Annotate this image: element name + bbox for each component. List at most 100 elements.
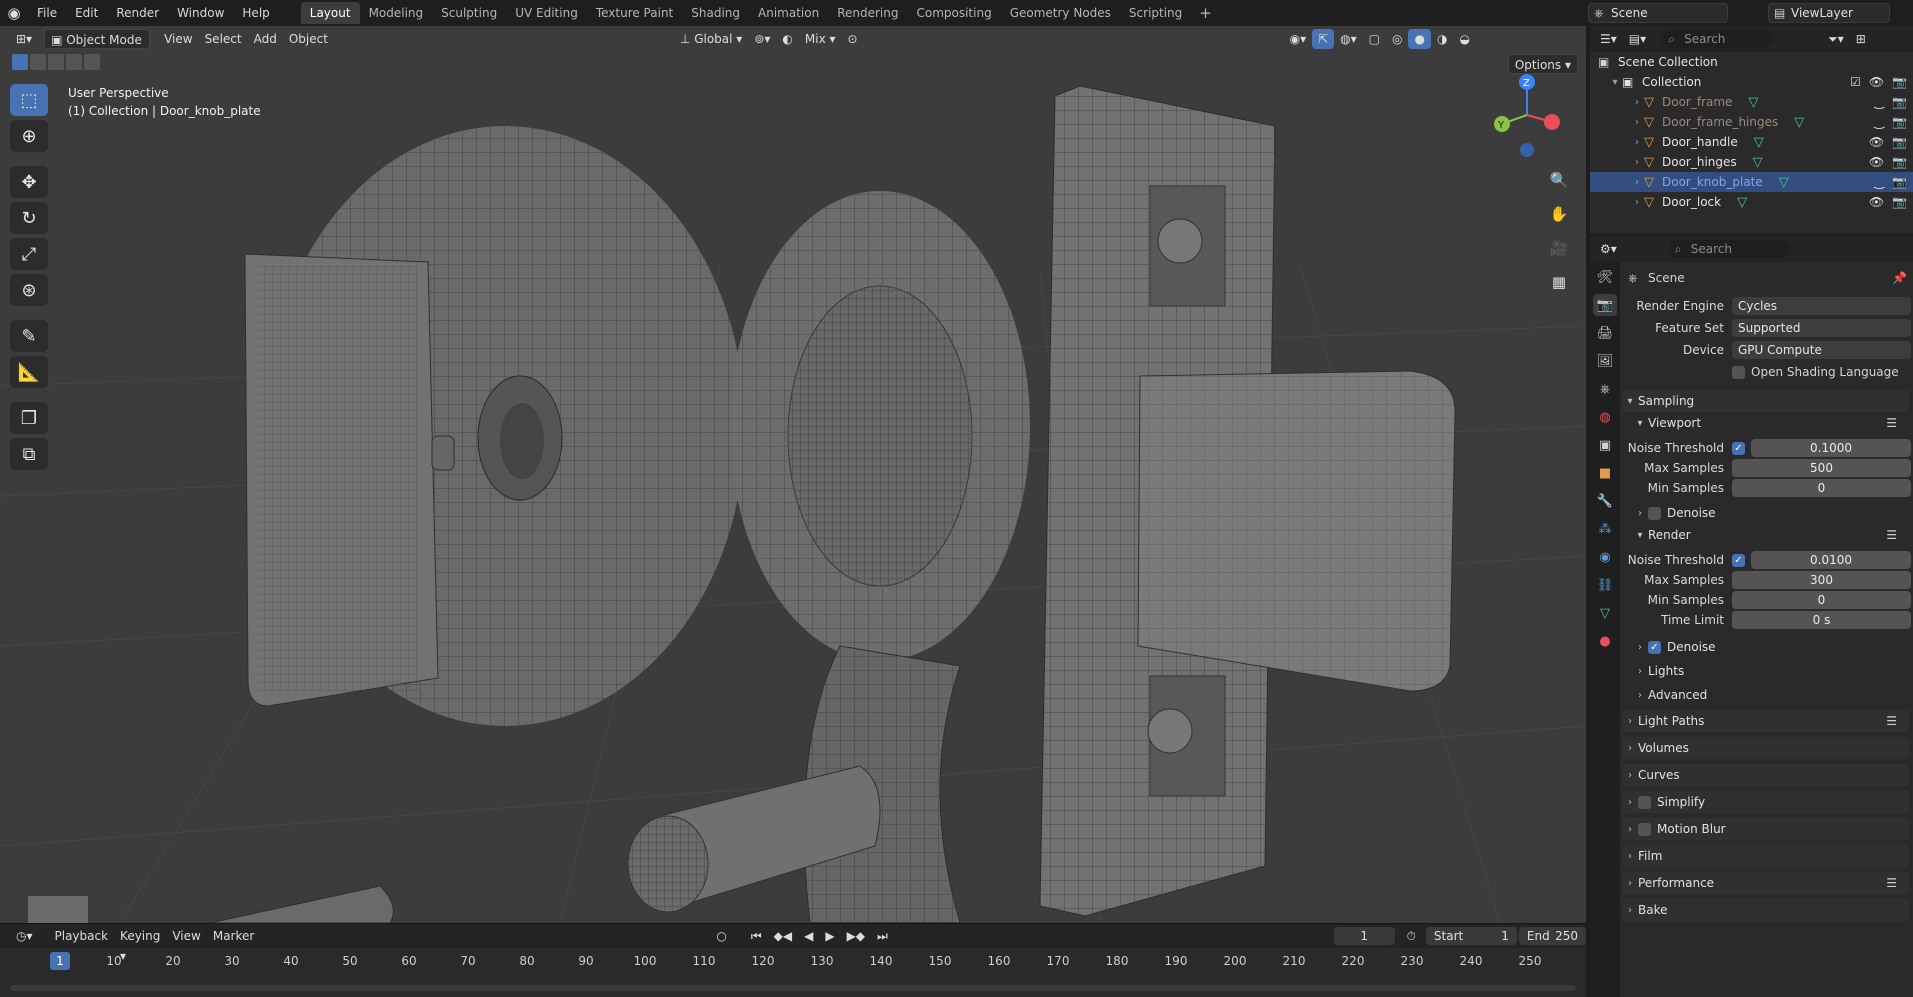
select-intersect-icon[interactable]: [84, 54, 100, 70]
outliner-search-input[interactable]: ⌕ Search: [1662, 30, 1773, 48]
tab-rendering[interactable]: Rendering: [828, 2, 907, 24]
collection-checkbox-icon[interactable]: ☑: [1850, 75, 1861, 89]
gizmo-toggle-icon[interactable]: ⇱: [1312, 29, 1335, 49]
osl-checkbox[interactable]: [1732, 365, 1745, 379]
tab-compositing[interactable]: Compositing: [907, 2, 1000, 24]
select-invert-icon[interactable]: [66, 54, 82, 70]
extrude-icon[interactable]: ⧉: [10, 438, 48, 470]
tab-sculpting[interactable]: Sculpting: [432, 2, 506, 24]
r-max-field[interactable]: 300: [1732, 571, 1911, 589]
timeline-scrollbar[interactable]: [10, 985, 1576, 991]
r-noise-field[interactable]: 0.0100: [1751, 551, 1911, 569]
tool-tab-icon[interactable]: 🛠: [1593, 266, 1617, 288]
menu-render[interactable]: Render: [107, 0, 168, 26]
advanced-subpanel-header[interactable]: › Advanced: [1632, 684, 1909, 706]
scene-selector[interactable]: ⎈ Scene: [1588, 3, 1728, 23]
snap-icon[interactable]: ◐: [776, 29, 798, 49]
tab-modeling[interactable]: Modeling: [360, 2, 433, 24]
prev-keyframe-icon[interactable]: ◆◀: [768, 926, 798, 946]
play-reverse-icon[interactable]: ◀: [798, 926, 819, 946]
object-expand-icon[interactable]: ›: [1630, 197, 1644, 208]
add-cube-icon[interactable]: ❐: [10, 402, 48, 434]
section-header-bake[interactable]: › Bake: [1622, 899, 1909, 921]
menu-timeline-view[interactable]: View: [166, 926, 206, 946]
start-frame-field[interactable]: Start 1: [1425, 927, 1517, 945]
shading-rendered-icon[interactable]: ◒: [1453, 29, 1475, 49]
pan-hand-icon[interactable]: ✋: [1544, 200, 1574, 228]
section-header-simplify[interactable]: › Simplify: [1622, 791, 1909, 813]
r-denoise-header[interactable]: › ✓ Denoise: [1632, 636, 1909, 658]
editor-type-icon[interactable]: ⊞▾: [10, 29, 38, 49]
display-mode-icon[interactable]: ▤▾: [1623, 29, 1652, 49]
select-extend-icon[interactable]: [30, 54, 46, 70]
overlay-toggle-icon[interactable]: ◍▾: [1334, 29, 1363, 49]
pin-icon[interactable]: 📌: [1892, 271, 1907, 285]
render-presets-list-icon[interactable]: ☰: [1886, 528, 1897, 542]
tab-uv-editing[interactable]: UV Editing: [506, 2, 587, 24]
jump-end-icon[interactable]: ⏭: [871, 926, 894, 946]
render-camera-icon[interactable]: 📷: [1892, 195, 1907, 209]
filter-icon[interactable]: ⏷▾: [1822, 29, 1850, 49]
lights-subpanel-header[interactable]: › Lights: [1632, 660, 1909, 682]
cursor-icon[interactable]: ⊕: [10, 120, 48, 152]
camera-icon[interactable]: 🎥: [1544, 234, 1574, 262]
collection-expand-icon[interactable]: ▾: [1608, 77, 1622, 88]
physics-tab-icon[interactable]: ◉: [1593, 546, 1617, 568]
r-min-field[interactable]: 0: [1732, 591, 1911, 609]
snap-mode-selector[interactable]: Mix ▾: [799, 29, 842, 49]
section-presets-list-icon[interactable]: ☰: [1886, 714, 1897, 728]
tab-scripting[interactable]: Scripting: [1120, 2, 1191, 24]
eye-icon[interactable]: 👁: [1869, 75, 1884, 89]
r-denoise-checkbox[interactable]: ✓: [1648, 640, 1661, 654]
feature-set-dropdown[interactable]: Supported: [1732, 319, 1911, 337]
add-workspace-icon[interactable]: +: [1191, 4, 1220, 22]
view-layer-selector[interactable]: ▤ ViewLayer: [1768, 3, 1890, 23]
menu-playback[interactable]: Playback ▾: [49, 926, 115, 963]
orientation-selector[interactable]: ⊥ Global ▾: [674, 29, 748, 49]
section-header-curves[interactable]: › Curves: [1622, 764, 1909, 786]
collection-tab-icon[interactable]: ▣: [1593, 434, 1617, 456]
outliner-object-row[interactable]: › ▽ Door_frame_hinges ▽ ‿ 📷: [1590, 112, 1913, 132]
vp-noise-checkbox[interactable]: ✓: [1732, 441, 1745, 455]
autokey-icon[interactable]: ○: [710, 926, 732, 946]
tab-geometry-nodes[interactable]: Geometry Nodes: [1001, 2, 1120, 24]
mesh-data-icon[interactable]: ▽: [1779, 175, 1789, 190]
render-camera-icon[interactable]: 📷: [1892, 175, 1907, 189]
transform-icon[interactable]: ⊛: [10, 274, 48, 306]
timeline-editor-type-icon[interactable]: ◷▾: [10, 926, 39, 946]
constraints-tab-icon[interactable]: ⛓: [1593, 574, 1617, 596]
menu-select[interactable]: Select: [199, 29, 248, 49]
menu-help[interactable]: Help: [233, 0, 278, 26]
outliner-object-row[interactable]: › ▽ Door_knob_plate ▽ ‿ 📷: [1590, 172, 1913, 192]
outliner-object-row[interactable]: › ▽ Door_lock ▽ 👁 📷: [1590, 192, 1913, 212]
section-header-film[interactable]: › Film: [1622, 845, 1909, 867]
section-checkbox[interactable]: [1638, 822, 1651, 836]
render-camera-icon[interactable]: 📷: [1892, 155, 1907, 169]
object-expand-icon[interactable]: ›: [1630, 157, 1644, 168]
end-frame-field[interactable]: End 250: [1518, 927, 1586, 945]
properties-search-input[interactable]: ⌕ Search: [1668, 240, 1789, 258]
material-tab-icon[interactable]: ●: [1593, 630, 1617, 652]
eye-icon[interactable]: 👁: [1869, 155, 1884, 169]
play-icon[interactable]: ▶: [819, 926, 840, 946]
mesh-data-icon[interactable]: ▽: [1754, 135, 1764, 150]
jump-start-icon[interactable]: ⏮: [745, 926, 768, 946]
menu-add[interactable]: Add: [248, 29, 283, 49]
mesh-data-icon[interactable]: ▽: [1753, 155, 1763, 170]
object-tab-icon[interactable]: ■: [1593, 462, 1617, 484]
object-expand-icon[interactable]: ›: [1630, 177, 1644, 188]
mesh-data-icon[interactable]: ▽: [1748, 95, 1758, 110]
object-expand-icon[interactable]: ›: [1630, 97, 1644, 108]
navigation-gizmo[interactable]: Z Y: [1482, 70, 1572, 160]
blender-logo-icon[interactable]: ◉: [0, 0, 28, 26]
rotate-icon[interactable]: ↻: [10, 202, 48, 234]
menu-view[interactable]: View: [158, 29, 198, 49]
view-layer-tab-icon[interactable]: 🖼: [1593, 350, 1617, 372]
object-expand-icon[interactable]: ›: [1630, 137, 1644, 148]
section-header-light-paths[interactable]: › Light Paths ☰: [1622, 710, 1909, 732]
next-keyframe-icon[interactable]: ▶◆: [841, 926, 871, 946]
properties-editor-type-icon[interactable]: ⚙▾: [1594, 239, 1623, 259]
eye-icon[interactable]: 👁: [1869, 195, 1884, 209]
outliner-editor-type-icon[interactable]: ☰▾: [1594, 29, 1623, 49]
section-header-motion-blur[interactable]: › Motion Blur: [1622, 818, 1909, 840]
